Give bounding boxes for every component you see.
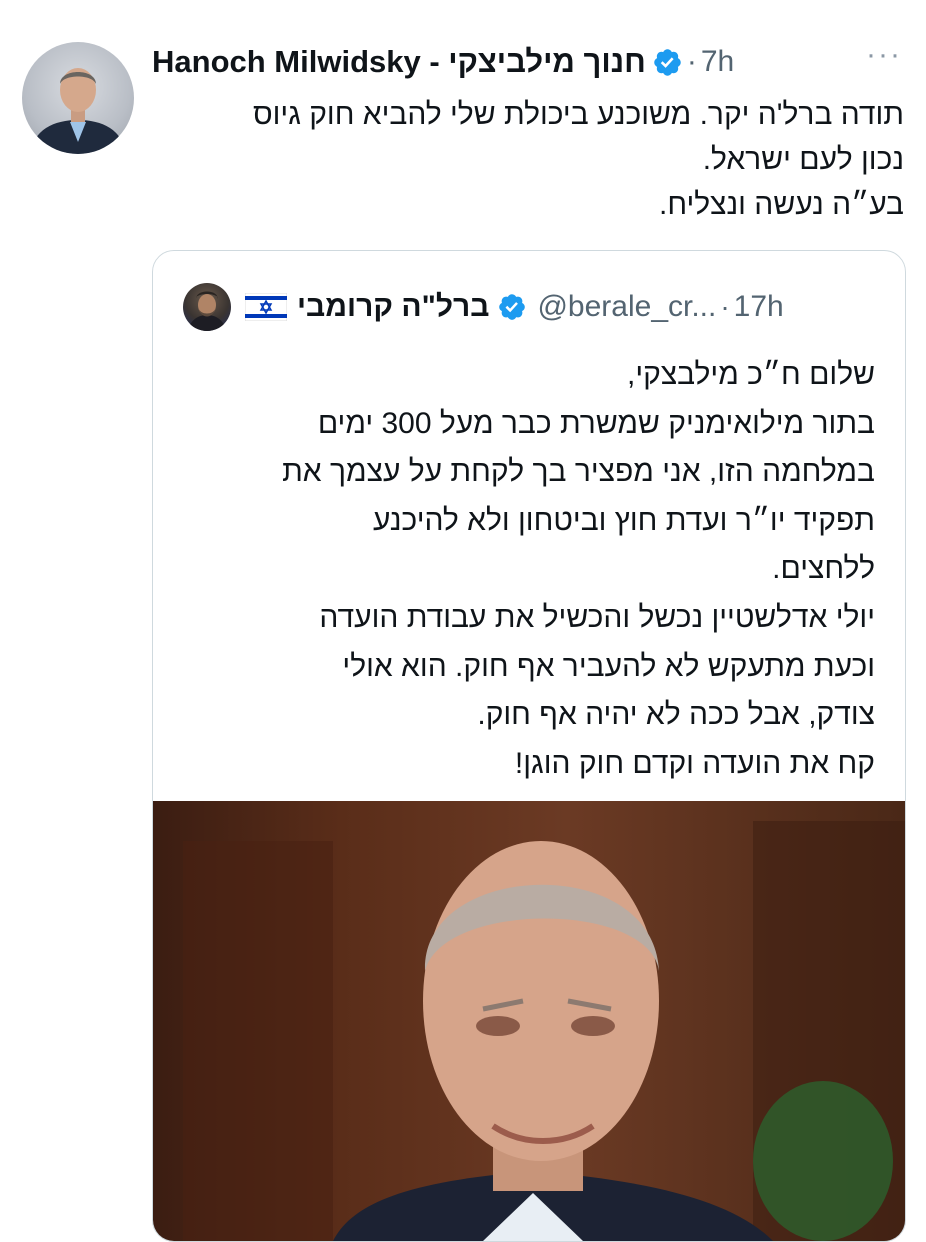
author-avatar[interactable] (22, 42, 134, 154)
verified-badge-icon (654, 48, 681, 76)
tweet-time[interactable]: 7h (701, 45, 734, 79)
separator-dot: · (720, 291, 730, 322)
author-name[interactable]: Hanoch Milwidsky - חנוך מילביצקי (152, 44, 646, 80)
quoted-tweet-header: ברל"ה קרומבי @berale_cr... · 17h (183, 281, 873, 333)
separator-dot: · (686, 45, 697, 78)
quoted-author-name[interactable]: ברל"ה קרומבי (297, 290, 489, 324)
quoted-tweet-text: שלום ח״כ מילבצקי, בתור מילואימניק שמשרת … (282, 358, 875, 780)
quoted-tweet-photo[interactable] (153, 801, 905, 1241)
quoted-tweet-card[interactable]: ברל"ה קרומבי @berale_cr... · 17h שלום ח״… (152, 250, 906, 1242)
quoted-tweet-time[interactable]: 17h (734, 290, 784, 324)
quoted-author-handle[interactable]: @berale_cr... (537, 290, 716, 324)
israel-flag-icon (245, 293, 287, 321)
tweet-text: תודה ברל'ה יקר. משוכנע ביכולת שלי להביא … (252, 98, 904, 221)
verified-badge-icon (499, 294, 526, 320)
quoted-author-avatar[interactable] (183, 283, 231, 331)
more-options-icon[interactable]: ··· (866, 38, 902, 72)
tweet-header: Hanoch Milwidsky - חנוך מילביצקי · 7h ··… (152, 38, 900, 86)
